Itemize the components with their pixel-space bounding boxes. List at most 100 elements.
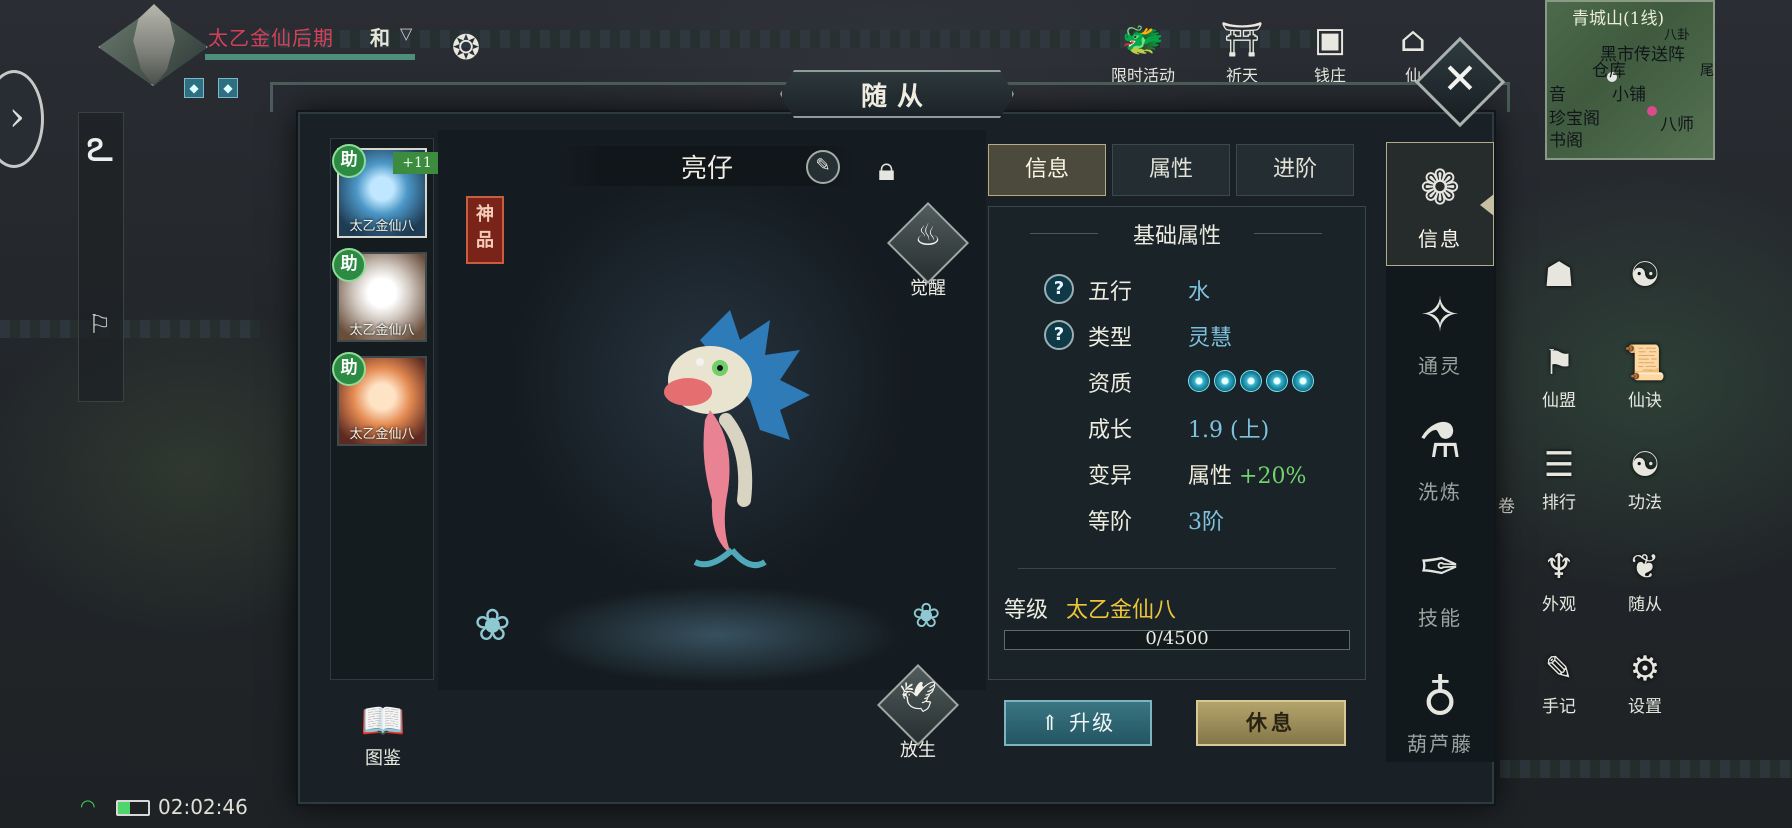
attribute-divider — [1018, 568, 1336, 569]
tab-advance[interactable]: 进阶 — [1236, 144, 1354, 196]
type-help-icon[interactable]: ? — [1044, 320, 1074, 350]
cauldron-icon: ⚗ — [1418, 413, 1462, 469]
side-settings[interactable]: ⚙ 设置 — [1608, 646, 1682, 717]
side-companion[interactable]: ❦ 随从 — [1608, 544, 1682, 615]
top-activity-limited[interactable]: 🐲 限时活动 — [1098, 18, 1188, 86]
money-bag-icon: ☗ — [1543, 255, 1575, 295]
side-skills[interactable]: ☯ 功法 — [1608, 442, 1682, 513]
figure-icon: ♆ — [1543, 547, 1575, 587]
side-scroll-char: 卷 — [1498, 497, 1515, 517]
mascot-icon[interactable]: ఽ — [86, 118, 113, 184]
mutation-bonus: +20% — [1239, 464, 1307, 489]
flag-icon[interactable]: ⚐ — [88, 310, 111, 340]
grade-tag: 神品 — [466, 196, 504, 264]
roof-tiles — [0, 320, 260, 338]
nav-label: 洗炼 — [1418, 480, 1462, 504]
heading-ornament — [1030, 233, 1098, 234]
map-label: 小铺 — [1612, 85, 1646, 105]
enhance-level-badge: +11 — [393, 152, 441, 174]
codex-button[interactable]: 📖 图鉴 — [348, 700, 418, 770]
mutation-attribute: 属性 — [1188, 464, 1233, 489]
codex-label: 图鉴 — [365, 748, 401, 769]
map-label: 音 — [1549, 85, 1566, 105]
pet-icon: ❦ — [1630, 547, 1660, 587]
assist-badge: 助 — [332, 144, 366, 178]
nav-label: 信息 — [1418, 227, 1462, 251]
map-label: 八师 — [1660, 115, 1694, 135]
mutation-key: 变异 — [1088, 464, 1133, 489]
growth-key: 成长 — [1088, 418, 1133, 443]
tab-attributes[interactable]: 属性 — [1112, 144, 1230, 196]
buff-icon[interactable]: ◆ — [218, 78, 238, 98]
quality-orb-icon — [1266, 370, 1288, 392]
side-feature-label: 仙盟 — [1542, 391, 1576, 411]
map-label: 仓库 — [1592, 61, 1626, 81]
side-notebook[interactable]: ✎ 手记 — [1522, 646, 1596, 717]
rename-button[interactable]: ✎ — [806, 150, 840, 184]
side-spell[interactable]: 📜 仙诀 — [1608, 340, 1682, 411]
rest-button[interactable]: 休息 — [1196, 700, 1346, 746]
side-ranking[interactable]: ☰ 排行 — [1522, 442, 1596, 513]
awaken-button[interactable]: ♨ 觉醒 — [886, 201, 970, 300]
nav-gourd[interactable]: ♁ 葫芦藤 — [1386, 648, 1494, 772]
taichi-icon: ☯ — [1629, 445, 1661, 485]
level-value: 太乙金仙八 — [1066, 598, 1177, 623]
type-key: 类型 — [1088, 326, 1133, 351]
map-label: 书阁 — [1549, 131, 1583, 151]
top-activity-badge[interactable]: ❂ — [436, 26, 496, 70]
nav-skills[interactable]: ✑ 技能 — [1386, 522, 1494, 646]
release-button[interactable]: 🕊︎ 放生 — [876, 663, 960, 762]
rank-icon: ☰ — [1543, 445, 1575, 485]
companion-level: 太乙金仙八 — [349, 219, 415, 234]
assist-badge: 助 — [332, 248, 366, 282]
close-icon[interactable]: ✕ — [1428, 54, 1492, 110]
map-marker — [1647, 106, 1657, 116]
quality-key: 资质 — [1088, 372, 1133, 397]
assist-badge: 助 — [332, 352, 366, 386]
companion-model-dragon — [664, 310, 810, 568]
element-help-icon[interactable]: ? — [1044, 274, 1074, 304]
upgrade-button[interactable]: ⇑ 升级 — [1004, 700, 1152, 746]
rank-value: 3阶 — [1188, 510, 1224, 535]
status-clock: 02:02:46 — [158, 795, 248, 819]
nav-label: 葫芦藤 — [1407, 732, 1473, 756]
scroll-icon: ✑ — [1419, 539, 1461, 595]
roof-tiles — [1500, 760, 1792, 778]
nav-label: 通灵 — [1418, 354, 1462, 378]
player-stance[interactable]: 和 — [370, 22, 390, 51]
buff-icon[interactable]: ◆ — [184, 78, 204, 98]
element-key: 五行 — [1088, 280, 1133, 305]
quality-orb-icon — [1292, 370, 1314, 392]
top-activity-bank[interactable]: ▣ 钱庄 — [1300, 18, 1360, 86]
side-feature-label: 手记 — [1542, 697, 1576, 717]
player-hp-fill — [205, 54, 415, 60]
gourd-icon: ♁ — [1422, 665, 1458, 721]
lock-icon[interactable]: 🔒︎ — [878, 150, 895, 189]
upgrade-label: 升级 — [1069, 711, 1116, 735]
rank-key: 等阶 — [1088, 510, 1133, 535]
tab-info[interactable]: 信息 — [988, 144, 1106, 196]
nav-refine[interactable]: ⚗ 洗炼 — [1386, 396, 1494, 520]
notebook-icon: ✎ — [1544, 649, 1574, 689]
nav-label: 技能 — [1418, 606, 1462, 630]
top-activity-pray[interactable]: ⛩ 祈天 — [1212, 18, 1272, 86]
side-guild[interactable]: ⚑ 仙盟 — [1522, 340, 1596, 411]
side-feature-label: 功法 — [1628, 493, 1662, 513]
growth-value: 1.9 (上) — [1188, 418, 1270, 443]
stance-dropdown-icon[interactable]: ▽ — [400, 24, 412, 43]
heading-ornament — [1254, 233, 1322, 234]
companion-level: 太乙金仙八 — [349, 323, 415, 338]
side-swirl[interactable]: ☯ — [1608, 252, 1682, 298]
lion-head-icon: 🐲 — [1121, 20, 1165, 60]
nav-spirit[interactable]: ✧ 通灵 — [1386, 270, 1494, 394]
quality-orb-icon — [1188, 370, 1210, 392]
player-realm: 太乙金仙后期 — [208, 26, 334, 50]
side-feature-label: 随从 — [1628, 595, 1662, 615]
side-money-bag[interactable]: ☗ — [1522, 252, 1596, 298]
quality-orb-icon — [1240, 370, 1262, 392]
nav-info[interactable]: ❁ 信息 — [1386, 142, 1494, 266]
side-appearance[interactable]: ♆ 外观 — [1522, 544, 1596, 615]
battery-icon — [116, 800, 150, 816]
exp-progress-text: 0/4500 — [1145, 628, 1209, 649]
swirl-icon: ❁ — [1419, 160, 1461, 216]
